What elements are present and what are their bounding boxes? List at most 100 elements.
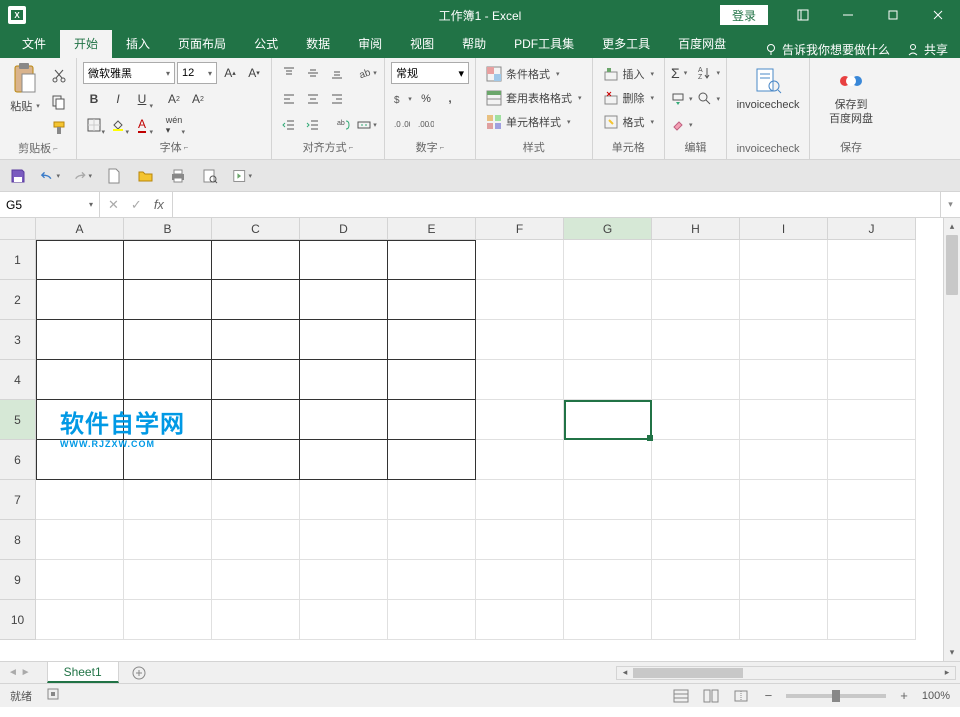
expand-formula-bar-button[interactable]: ▾ (940, 192, 960, 217)
tab-page-layout[interactable]: 页面布局 (164, 29, 240, 58)
cell[interactable] (564, 280, 652, 320)
sheet-nav[interactable]: ◄ ► (0, 662, 39, 683)
row-header-4[interactable]: 4 (0, 360, 36, 400)
format-painter-button[interactable] (48, 118, 70, 138)
align-center-button[interactable] (302, 88, 324, 110)
borders-button[interactable] (83, 114, 105, 136)
zoom-level[interactable]: 100% (922, 690, 950, 702)
zoom-out-button[interactable]: − (761, 688, 777, 703)
col-header-J[interactable]: J (828, 218, 916, 240)
cell[interactable] (828, 440, 916, 480)
cell[interactable] (300, 440, 388, 480)
col-header-F[interactable]: F (476, 218, 564, 240)
cell[interactable] (388, 360, 476, 400)
font-superscript-button[interactable]: A2 (163, 88, 185, 110)
paste-button[interactable]: 粘贴▾ (6, 62, 44, 114)
cell[interactable] (740, 440, 828, 480)
cell[interactable] (36, 440, 124, 480)
cell[interactable] (476, 480, 564, 520)
cell[interactable] (652, 600, 740, 640)
cell[interactable] (388, 440, 476, 480)
cell[interactable] (36, 360, 124, 400)
cell[interactable] (740, 240, 828, 280)
cell[interactable] (476, 360, 564, 400)
vscroll-thumb[interactable] (946, 235, 958, 295)
cell[interactable] (300, 560, 388, 600)
zoom-slider-thumb[interactable] (832, 690, 840, 702)
cell[interactable] (36, 320, 124, 360)
cell[interactable] (476, 560, 564, 600)
cell[interactable] (828, 520, 916, 560)
accounting-format-button[interactable]: $▾ (391, 88, 413, 110)
cell[interactable] (652, 480, 740, 520)
save-baidu-button[interactable]: 保存到百度网盘 (816, 62, 886, 126)
find-select-button[interactable]: ▾ (697, 88, 721, 110)
page-layout-view-button[interactable] (701, 687, 721, 705)
vertical-scrollbar[interactable]: ▴ ▾ (943, 218, 960, 661)
cell[interactable] (740, 560, 828, 600)
cell[interactable] (564, 560, 652, 600)
cell[interactable] (124, 560, 212, 600)
row-header-8[interactable]: 8 (0, 520, 36, 560)
save-button[interactable] (8, 166, 28, 186)
scroll-right-button[interactable]: ▸ (939, 667, 955, 679)
cell[interactable] (564, 320, 652, 360)
cell[interactable] (300, 480, 388, 520)
number-launcher-icon[interactable]: ⌐ (440, 143, 445, 152)
format-cells-button[interactable]: 格式▾ (599, 110, 659, 134)
col-header-E[interactable]: E (388, 218, 476, 240)
cell[interactable] (564, 240, 652, 280)
cut-button[interactable] (48, 66, 70, 86)
cell[interactable] (828, 400, 916, 440)
cell[interactable] (124, 600, 212, 640)
cell[interactable] (300, 360, 388, 400)
cell[interactable] (124, 280, 212, 320)
tab-view[interactable]: 视图 (396, 29, 448, 58)
row-header-3[interactable]: 3 (0, 320, 36, 360)
open-file-button[interactable] (136, 166, 156, 186)
hscroll-thumb[interactable] (633, 668, 743, 678)
sheet-tab-active[interactable]: Sheet1 (47, 662, 119, 683)
scroll-left-button[interactable]: ◂ (617, 667, 633, 679)
cell[interactable] (388, 280, 476, 320)
align-left-button[interactable] (278, 88, 300, 110)
increase-decimal-button[interactable]: .0.00 (391, 114, 413, 136)
format-as-table-button[interactable]: 套用表格格式▾ (482, 86, 586, 110)
cell[interactable] (212, 360, 300, 400)
row-header-2[interactable]: 2 (0, 280, 36, 320)
phonetic-button[interactable]: wén▾ (163, 114, 185, 136)
row-header-1[interactable]: 1 (0, 240, 36, 280)
cell[interactable] (828, 600, 916, 640)
cell[interactable] (564, 600, 652, 640)
invoicecheck-button[interactable]: invoicecheck (733, 62, 803, 112)
cell[interactable] (476, 320, 564, 360)
col-header-C[interactable]: C (212, 218, 300, 240)
font-size-select[interactable]: 12▾ (177, 62, 217, 84)
cell[interactable] (740, 480, 828, 520)
cell[interactable] (124, 320, 212, 360)
cell[interactable] (740, 280, 828, 320)
row-header-10[interactable]: 10 (0, 600, 36, 640)
new-file-button[interactable] (104, 166, 124, 186)
cell[interactable] (828, 560, 916, 600)
maximize-icon[interactable] (870, 0, 915, 30)
col-header-D[interactable]: D (300, 218, 388, 240)
horizontal-scrollbar[interactable]: ◂ ▸ (616, 666, 956, 680)
decrease-font-button[interactable]: A▾ (243, 62, 265, 84)
ribbon-display-options-icon[interactable] (780, 0, 825, 30)
cell[interactable] (36, 480, 124, 520)
increase-font-button[interactable]: A▴ (219, 62, 241, 84)
tab-baidu[interactable]: 百度网盘 (664, 29, 740, 58)
font-name-select[interactable]: 微软雅黑▾ (83, 62, 175, 84)
fill-color-button[interactable] (107, 114, 129, 136)
cell[interactable] (828, 360, 916, 400)
autosum-button[interactable]: Σ▾ (671, 62, 693, 84)
close-icon[interactable] (915, 0, 960, 30)
cell[interactable] (300, 400, 388, 440)
scroll-down-button[interactable]: ▾ (944, 644, 960, 661)
tab-more-tools[interactable]: 更多工具 (588, 29, 664, 58)
number-format-select[interactable]: 常规▾ (391, 62, 469, 84)
cell[interactable] (388, 480, 476, 520)
cell[interactable] (212, 600, 300, 640)
cell[interactable] (476, 240, 564, 280)
